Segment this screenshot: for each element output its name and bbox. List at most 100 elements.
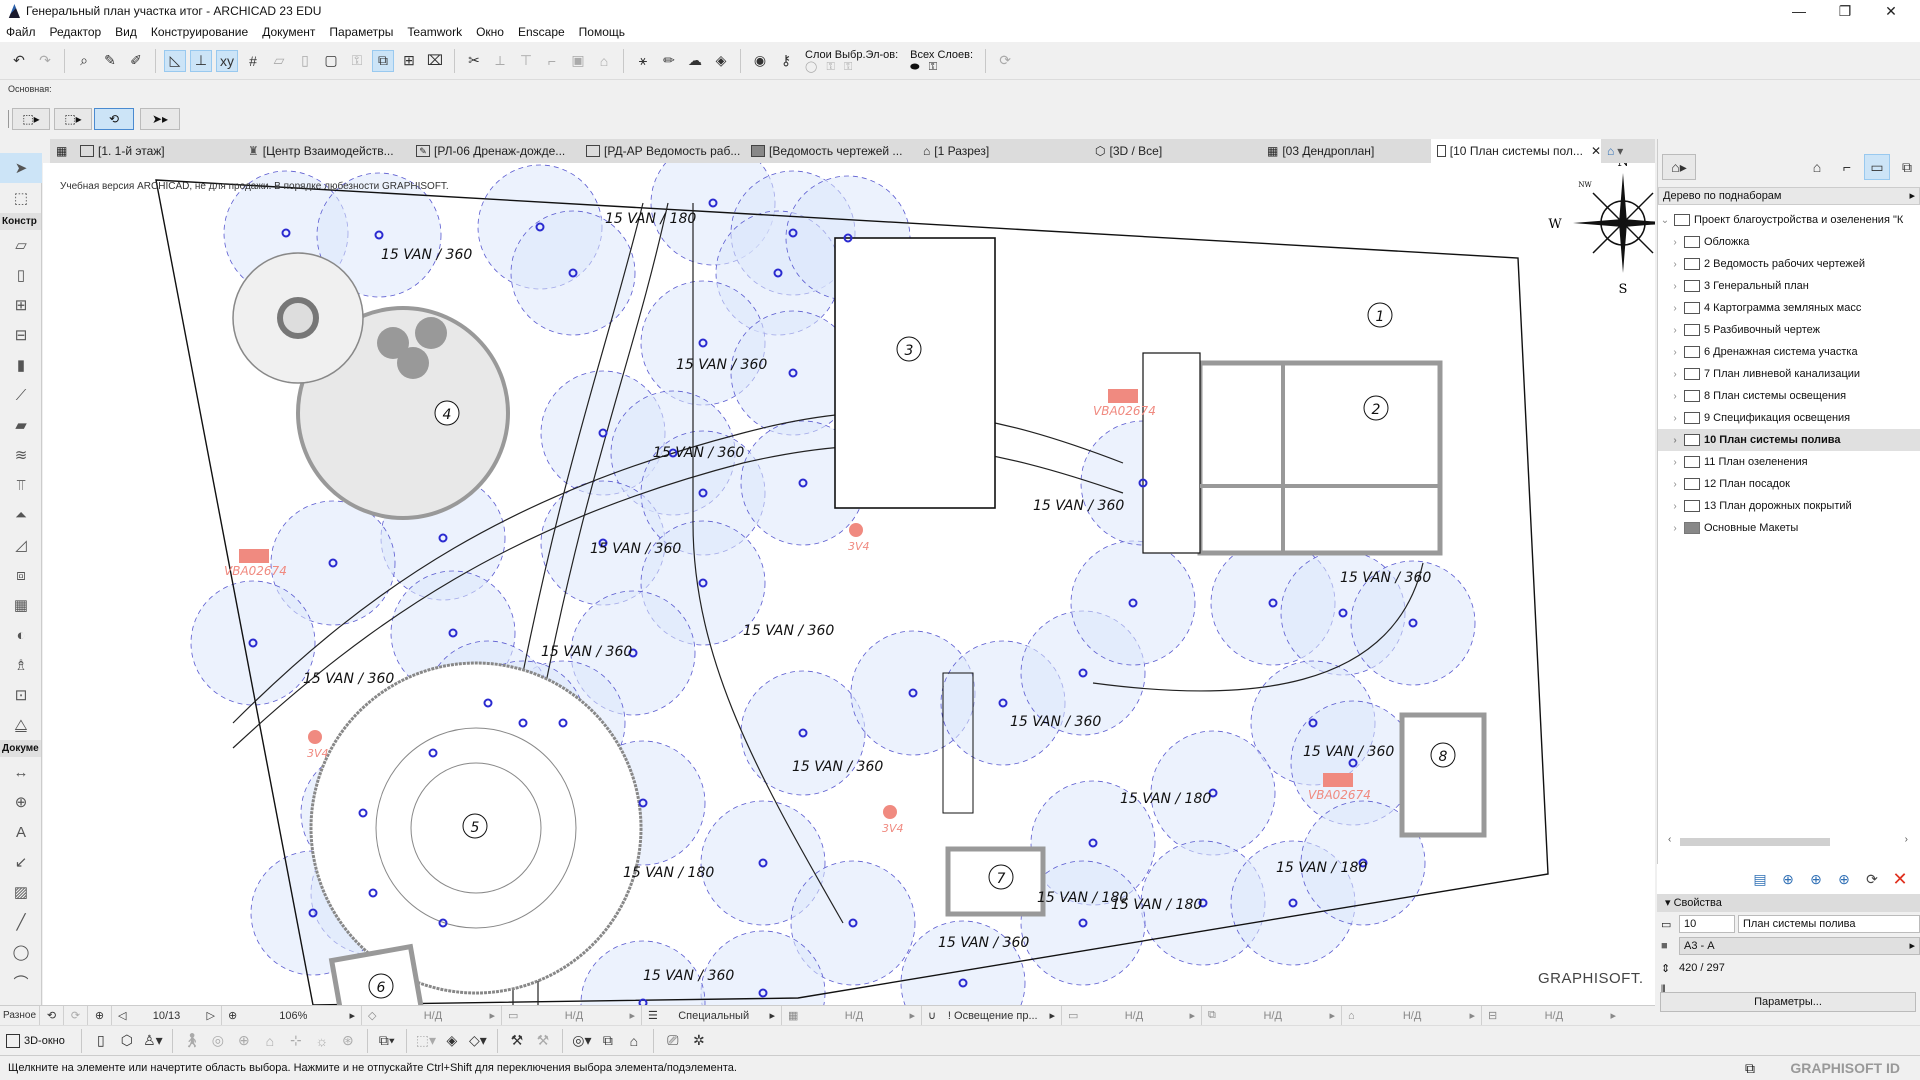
parallel-projection-icon[interactable]: ▯ bbox=[90, 1030, 112, 1052]
menu-window[interactable]: Окно bbox=[476, 25, 504, 39]
menu-design[interactable]: Конструирование bbox=[151, 25, 248, 39]
snap-guides-icon[interactable]: ⊥ bbox=[190, 49, 212, 72]
perspective-icon[interactable]: ⬡ bbox=[116, 1030, 138, 1052]
stair-tool-icon[interactable]: ≋ bbox=[0, 440, 42, 470]
zoom-combo[interactable]: ⊕ 106% ▸ bbox=[222, 1005, 362, 1026]
fill-tool-icon[interactable]: ▨ bbox=[0, 877, 42, 907]
chevron-right-icon[interactable]: › bbox=[1668, 457, 1682, 468]
menu-document[interactable]: Документ bbox=[262, 25, 315, 39]
3d-cutting-plane-icon[interactable]: ⬚▾ bbox=[415, 1030, 437, 1052]
structure-display-combo[interactable]: ⌂ Н/Д ▸ bbox=[1342, 1005, 1482, 1026]
chevron-right-icon[interactable]: › bbox=[1668, 501, 1682, 512]
brush-icon[interactable]: ⚒ bbox=[506, 1030, 528, 1052]
publisher-sets-icon[interactable]: ⧉ bbox=[1894, 154, 1920, 180]
line-tool-icon[interactable]: ╱ bbox=[0, 907, 42, 937]
partial-structure-combo[interactable]: ▭ Н/Д ▸ bbox=[1062, 1005, 1202, 1026]
window-tool-icon[interactable]: ⊞ bbox=[0, 290, 42, 320]
sun-icon[interactable]: ☼ bbox=[311, 1030, 333, 1052]
magnet-button[interactable]: ⟲ bbox=[94, 108, 134, 130]
arrow-tool-icon[interactable]: ➤ bbox=[0, 153, 42, 183]
redo-icon[interactable]: ↷ bbox=[34, 50, 56, 72]
undo-icon[interactable]: ↶ bbox=[8, 50, 30, 72]
beam-tool-icon[interactable]: ⟋ bbox=[0, 380, 42, 410]
close-button[interactable]: ✕ bbox=[1868, 0, 1914, 22]
toolbox-group-design[interactable]: Констр bbox=[0, 213, 41, 230]
chevron-right-icon[interactable]: › bbox=[1668, 281, 1682, 292]
tab-register-layout[interactable]: [РД-АР Ведомость раб... bbox=[580, 139, 745, 163]
view-map-menu-button[interactable]: ⌂ ▾ bbox=[1601, 139, 1645, 163]
show-hide-icon[interactable]: ◉ bbox=[749, 50, 771, 72]
arrow-mode-button[interactable]: ➤▸ bbox=[140, 108, 180, 130]
scrollbar-thumb[interactable] bbox=[1680, 838, 1830, 846]
text-tool-icon[interactable]: A bbox=[0, 817, 42, 847]
roof-icon[interactable]: ⌂ bbox=[593, 50, 615, 72]
tree-item[interactable]: › Основные Макеты bbox=[1658, 517, 1920, 539]
tree-item[interactable]: › 2 Ведомость рабочих чертежей bbox=[1658, 253, 1920, 275]
section-plane-icon[interactable]: ▯ bbox=[294, 50, 316, 72]
shell-tool-icon[interactable]: ◿ bbox=[0, 530, 42, 560]
navigator-menu-button[interactable]: ⌂▸ bbox=[1662, 154, 1696, 180]
tab-dendroplan[interactable]: ▦ [03 Дендроплан] bbox=[1261, 139, 1431, 163]
column-tool-icon[interactable]: ▮ bbox=[0, 350, 42, 380]
tree-item[interactable]: › 9 Спецификация освещения bbox=[1658, 407, 1920, 429]
photo-render-icon[interactable]: ◎▾ bbox=[571, 1030, 593, 1052]
scroll-left-icon[interactable]: ‹ bbox=[1668, 834, 1671, 845]
close-tab-icon[interactable]: ✕ bbox=[1591, 144, 1601, 158]
chevron-right-icon[interactable]: › bbox=[1668, 303, 1682, 314]
pen-set-combo[interactable]: ☰ Специальный ▸ bbox=[642, 1005, 782, 1026]
offset-icon[interactable]: ▣ bbox=[567, 50, 589, 72]
zoom-next-icon[interactable]: ⟳ bbox=[64, 1005, 88, 1026]
view-map-icon[interactable]: ⌐ bbox=[1834, 154, 1860, 180]
marquee-tool-icon[interactable]: ⬚ bbox=[0, 183, 42, 213]
orbit-icon[interactable]: ♙▾ bbox=[142, 1030, 164, 1052]
toolbox-group-misc[interactable]: Разное bbox=[0, 1005, 40, 1026]
menu-teamwork[interactable]: Teamwork bbox=[407, 25, 462, 39]
cutaway-icon[interactable]: ⊕ bbox=[233, 1030, 255, 1052]
solid-ops-icon[interactable]: ◈ bbox=[710, 50, 732, 72]
lock-layers-icon[interactable]: ⚷ bbox=[775, 50, 797, 72]
coordinates-icon[interactable]: xy bbox=[216, 49, 238, 72]
drawing-canvas[interactable]: 15 VAN / 180 15 VAN / 360 15 VAN / 360 15 V… bbox=[43, 163, 1655, 1005]
object-tool-icon[interactable]: ♗ bbox=[0, 650, 42, 680]
zoom-in-icon[interactable]: ⊕ bbox=[88, 1005, 112, 1026]
chevron-right-icon[interactable]: › bbox=[1668, 237, 1682, 248]
tree-item[interactable]: › 8 План системы освещения bbox=[1658, 385, 1920, 407]
plane-icon[interactable]: ▱ bbox=[268, 50, 290, 72]
home-view-icon[interactable]: ⌂ bbox=[259, 1030, 281, 1052]
tab-floor-plan[interactable]: [1. 1-й этаж] bbox=[74, 139, 242, 163]
master-layout-dropdown[interactable]: А3 - А ▸ bbox=[1679, 937, 1920, 955]
measure-icon[interactable]: ⊞ bbox=[398, 50, 420, 72]
railing-tool-icon[interactable]: ⫪ bbox=[0, 470, 42, 500]
navigator-mode-dropdown[interactable]: Дерево по поднаборам ▸ bbox=[1658, 187, 1920, 205]
tree-item[interactable]: › 6 Дренажная система участка bbox=[1658, 341, 1920, 363]
layout-name-field[interactable]: План системы полива bbox=[1738, 915, 1920, 933]
slab-tool-icon[interactable]: ▰ bbox=[0, 410, 42, 440]
menu-help[interactable]: Помощь bbox=[579, 25, 625, 39]
tab-drainage-drawing[interactable]: ✎ [РЛ-06 Дренаж-дожде... bbox=[410, 139, 580, 163]
menu-enscape[interactable]: Enscape bbox=[518, 25, 565, 39]
menu-view[interactable]: Вид bbox=[115, 25, 137, 39]
cloud-icon[interactable]: ☁ bbox=[684, 50, 706, 72]
tree-item[interactable]: › 13 План дорожных покрытий bbox=[1658, 495, 1920, 517]
orientation-combo[interactable]: ◇ Н/Д ▸ bbox=[362, 1005, 502, 1026]
3d-settings-icon[interactable]: ⧉▾ bbox=[376, 1030, 398, 1052]
circle-tool-icon[interactable]: ◯ bbox=[0, 937, 42, 967]
compass-icon[interactable]: ⊛ bbox=[337, 1030, 359, 1052]
walk-icon[interactable]: 🚶︎ bbox=[181, 1030, 203, 1052]
3d-style-icon[interactable]: ◇▾ bbox=[467, 1030, 489, 1052]
next-page-icon[interactable]: ▷ bbox=[207, 1009, 215, 1022]
delete-icon[interactable]: ✕ bbox=[1890, 869, 1910, 889]
tab-section[interactable]: ⌂ [1 Разрез] bbox=[917, 139, 1089, 163]
tree-item[interactable]: › 4 Картограмма земляных масс bbox=[1658, 297, 1920, 319]
restore-button[interactable]: ❐ bbox=[1822, 0, 1868, 22]
level-dimension-tool-icon[interactable]: ⊕ bbox=[0, 787, 42, 817]
minimize-button[interactable]: — bbox=[1776, 0, 1822, 22]
brush-dim-icon[interactable]: ⚒ bbox=[532, 1030, 554, 1052]
teamwork-refresh-icon[interactable]: ⟳ bbox=[994, 50, 1016, 72]
layer-combo[interactable]: ∪! Освещение пр... ▸ bbox=[922, 1005, 1062, 1026]
explore-icon[interactable]: ◎ bbox=[207, 1030, 229, 1052]
chevron-right-icon[interactable]: › bbox=[1668, 347, 1682, 358]
align-icon[interactable]: ⊤ bbox=[515, 50, 537, 72]
suspend-groups-icon[interactable]: ⧉ bbox=[372, 49, 394, 72]
edit-selection-icon[interactable]: ✏ bbox=[658, 50, 680, 72]
